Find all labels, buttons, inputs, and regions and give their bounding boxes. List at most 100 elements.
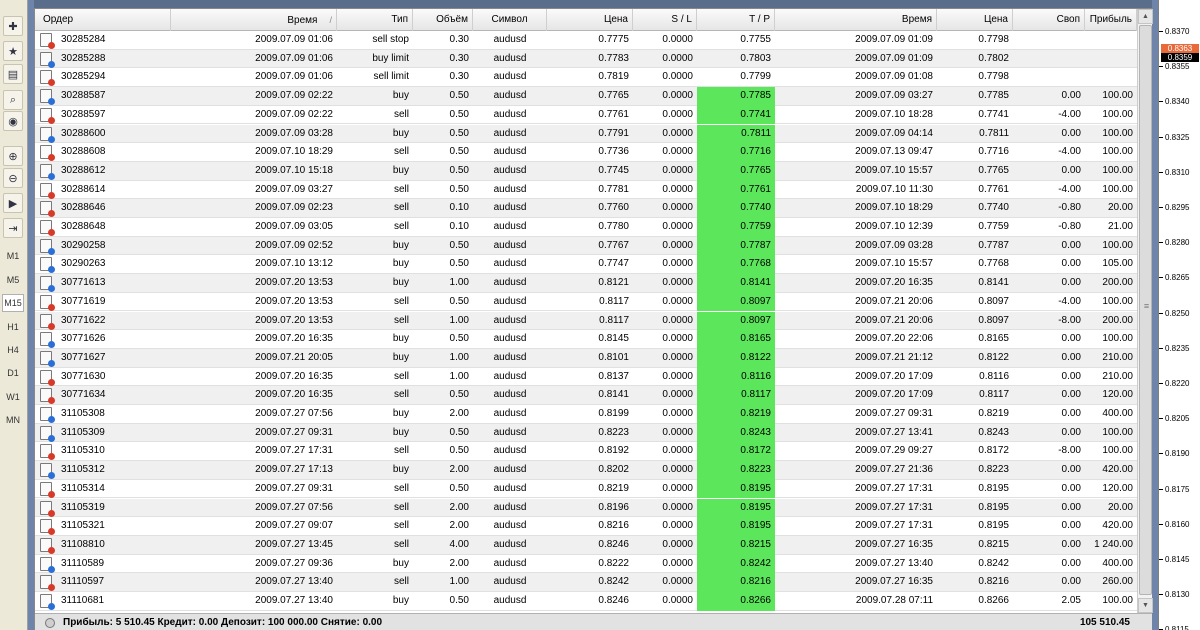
cell-profit: 100.00 xyxy=(1102,333,1133,345)
table-row[interactable]: 30288608 2009.07.10 18:29 sell 0.50 audusd 0.… xyxy=(35,143,1137,162)
table-row[interactable]: 30288600 2009.07.09 03:28 buy 0.50 audusd 0.7… xyxy=(35,124,1137,144)
scroll-up-arrow-icon[interactable]: ▲ xyxy=(1138,9,1153,24)
table-row[interactable]: 30771630 2009.07.20 16:35 sell 1.00 audusd 0.… xyxy=(35,367,1137,387)
table-row[interactable]: 30288646 2009.07.09 02:23 sell 0.10 audusd 0.… xyxy=(35,199,1137,218)
cell-close-price: 0.7716 xyxy=(978,146,1009,158)
vertical-scrollbar[interactable]: ▲ ≡ ▼ xyxy=(1137,9,1153,613)
cell-open-time: 2009.07.10 18:29 xyxy=(255,146,333,158)
cell-volume: 2.00 xyxy=(449,520,469,532)
column-header-label: T / P xyxy=(749,14,770,25)
terminal-icon[interactable]: ◉ xyxy=(3,111,23,131)
cell-open-time: 2009.07.10 13:12 xyxy=(255,258,333,270)
cell-symbol: audusd xyxy=(493,333,527,345)
profiles-icon[interactable]: ★ xyxy=(3,41,23,61)
column-header-swap[interactable]: Своп xyxy=(1013,9,1085,31)
table-row[interactable]: 31110681 2009.07.27 13:40 buy 0.50 audusd 0.8… xyxy=(35,592,1137,611)
cell-swap: 0.00 xyxy=(1061,408,1081,419)
market-watch-icon[interactable]: ▤ xyxy=(3,64,23,84)
cell-swap: 2.05 xyxy=(1061,595,1081,606)
column-header-open-time[interactable]: Время / xyxy=(171,9,337,31)
timeframe-m5-button[interactable]: M5 xyxy=(2,271,24,289)
table-row[interactable]: 31105312 2009.07.27 17:13 buy 2.00 audusd 0.8… xyxy=(35,461,1137,480)
cell-stop-loss: 0.0000 xyxy=(662,90,693,102)
table-row[interactable]: 30771627 2009.07.21 20:05 buy 1.00 audusd 0.8… xyxy=(35,348,1137,368)
table-row[interactable]: 30285294 2009.07.09 01:06 sell limit 0.30 au… xyxy=(35,68,1137,88)
table-row[interactable]: 30288614 2009.07.09 03:27 sell 0.50 audusd 0.… xyxy=(35,180,1137,200)
timeframe-m15-button[interactable]: M15 xyxy=(2,294,24,312)
scroll-down-arrow-icon[interactable]: ▼ xyxy=(1138,598,1153,613)
column-header-close-price[interactable]: Цена xyxy=(937,9,1013,31)
cell-take-profit: 0.7787 xyxy=(697,236,775,256)
table-row[interactable]: 30288597 2009.07.09 02:22 sell 0.50 audusd 0.… xyxy=(35,105,1137,125)
scrollbar-thumb[interactable]: ≡ xyxy=(1139,25,1152,595)
column-header-type[interactable]: Тип xyxy=(337,9,413,31)
cell-swap: -0.80 xyxy=(1058,221,1081,232)
column-header-close-time[interactable]: Время xyxy=(775,9,937,31)
cell-swap: -0.80 xyxy=(1058,202,1081,214)
cell-volume: 0.30 xyxy=(449,71,469,83)
chart-price-axis: 0.8370 0.8355 0.8340 0.8325 0.8310 0.8295 0.82… xyxy=(1158,0,1200,630)
column-header-symbol[interactable]: Символ xyxy=(473,9,547,31)
cell-close-time: 2009.07.28 07:11 xyxy=(855,595,933,606)
cell-take-profit: 0.7740 xyxy=(697,199,775,218)
cell-volume: 1.00 xyxy=(449,277,469,289)
cell-type: sell xyxy=(393,576,409,588)
table-row[interactable]: 30771634 2009.07.20 16:35 sell 0.50 audusd 0.… xyxy=(35,386,1137,405)
table-row[interactable]: 31105321 2009.07.27 09:07 sell 2.00 audusd 0.… xyxy=(35,517,1137,536)
timeframe-w1-button[interactable]: W1 xyxy=(2,388,24,406)
table-row[interactable]: 30771622 2009.07.20 13:53 sell 1.00 audusd 0.… xyxy=(35,311,1137,331)
table-row[interactable]: 30771626 2009.07.20 16:35 buy 0.50 audusd 0.8… xyxy=(35,330,1137,349)
column-header-take-profit[interactable]: T / P xyxy=(697,9,775,31)
cell-type: sell xyxy=(393,146,409,158)
autoscroll-icon[interactable]: ▶ xyxy=(3,193,23,213)
cell-stop-loss: 0.0000 xyxy=(662,408,693,419)
timeframe-m1-button[interactable]: M1 xyxy=(2,247,24,265)
column-header-volume[interactable]: Объём xyxy=(413,9,473,31)
table-row[interactable]: 30290263 2009.07.10 13:12 buy 0.50 audusd 0.7… xyxy=(35,255,1137,275)
table-row[interactable]: 31108810 2009.07.27 13:45 sell 4.00 audusd 0.… xyxy=(35,535,1137,555)
table-row[interactable]: 30285288 2009.07.09 01:06 buy limit 0.30 aud… xyxy=(35,49,1137,69)
table-row[interactable]: 31105314 2009.07.27 09:31 sell 0.50 audusd 0.… xyxy=(35,479,1137,499)
table-row[interactable]: 31105310 2009.07.27 17:31 sell 0.50 audusd 0.… xyxy=(35,442,1137,462)
column-header-profit[interactable]: Прибыль xyxy=(1085,9,1137,31)
cell-close-time: 2009.07.20 22:06 xyxy=(855,333,933,345)
table-row[interactable]: 30288587 2009.07.09 02:22 buy 0.50 audusd 0.7… xyxy=(35,87,1137,106)
table-row[interactable]: 31105309 2009.07.27 09:31 buy 0.50 audusd 0.8… xyxy=(35,423,1137,443)
table-row[interactable]: 30285284 2009.07.09 01:06 sell stop 0.30 aud… xyxy=(35,31,1137,50)
zoom-out-icon[interactable]: ⊖ xyxy=(3,168,23,188)
navigator-icon[interactable]: ⌕ xyxy=(3,90,23,110)
timeframe-h4-button[interactable]: H4 xyxy=(2,341,24,359)
column-header-order[interactable]: Ордер xyxy=(35,9,171,31)
cell-open-price: 0.8246 xyxy=(598,595,629,606)
cell-open-time: 2009.07.21 20:05 xyxy=(255,351,333,363)
table-row[interactable]: 30288612 2009.07.10 15:18 buy 0.50 audusd 0.7… xyxy=(35,161,1137,181)
timeframe-mn-button[interactable]: MN xyxy=(2,411,24,429)
cell-close-time: 2009.07.10 15:57 xyxy=(855,164,933,176)
table-row[interactable]: 30771613 2009.07.20 13:53 buy 1.00 audusd 0.8… xyxy=(35,274,1137,293)
column-header-stop-loss[interactable]: S / L xyxy=(633,9,697,31)
timeframe-d1-button[interactable]: D1 xyxy=(2,364,24,382)
chart-shift-icon[interactable]: ⇥ xyxy=(3,218,23,238)
cell-open-price: 0.7747 xyxy=(598,258,629,270)
table-row[interactable]: 31110597 2009.07.27 13:40 sell 1.00 audusd 0.… xyxy=(35,573,1137,592)
table-row[interactable]: 31105308 2009.07.27 07:56 buy 2.00 audusd 0.8… xyxy=(35,405,1137,424)
cell-profit: 200.00 xyxy=(1102,277,1133,289)
cell-take-profit: 0.8097 xyxy=(697,292,775,312)
cell-open-price: 0.8117 xyxy=(599,295,629,307)
cell-swap: -8.00 xyxy=(1058,314,1081,326)
column-header-open-price[interactable]: Цена xyxy=(547,9,633,31)
cell-close-price: 0.8223 xyxy=(978,464,1009,476)
cell-stop-loss: 0.0000 xyxy=(662,239,693,251)
timeframe-h1-button[interactable]: H1 xyxy=(2,318,24,336)
table-row[interactable]: 31105319 2009.07.27 07:56 sell 2.00 audusd 0.… xyxy=(35,498,1137,518)
table-row[interactable]: 30288648 2009.07.09 03:05 sell 0.10 audusd 0.… xyxy=(35,218,1137,237)
table-row[interactable]: 30290258 2009.07.09 02:52 buy 0.50 audusd 0.7… xyxy=(35,236,1137,256)
table-row[interactable]: 31110589 2009.07.27 09:36 buy 2.00 audusd 0.8… xyxy=(35,554,1137,574)
table-row[interactable]: 30771619 2009.07.20 13:53 sell 0.50 audusd 0.… xyxy=(35,292,1137,312)
new-chart-icon[interactable]: ✚ xyxy=(3,16,23,36)
cell-symbol: audusd xyxy=(493,389,527,401)
cell-stop-loss: 0.0000 xyxy=(662,482,693,494)
cell-volume: 0.50 xyxy=(449,239,469,251)
cell-volume: 1.00 xyxy=(449,370,469,382)
zoom-in-icon[interactable]: ⊕ xyxy=(3,146,23,166)
